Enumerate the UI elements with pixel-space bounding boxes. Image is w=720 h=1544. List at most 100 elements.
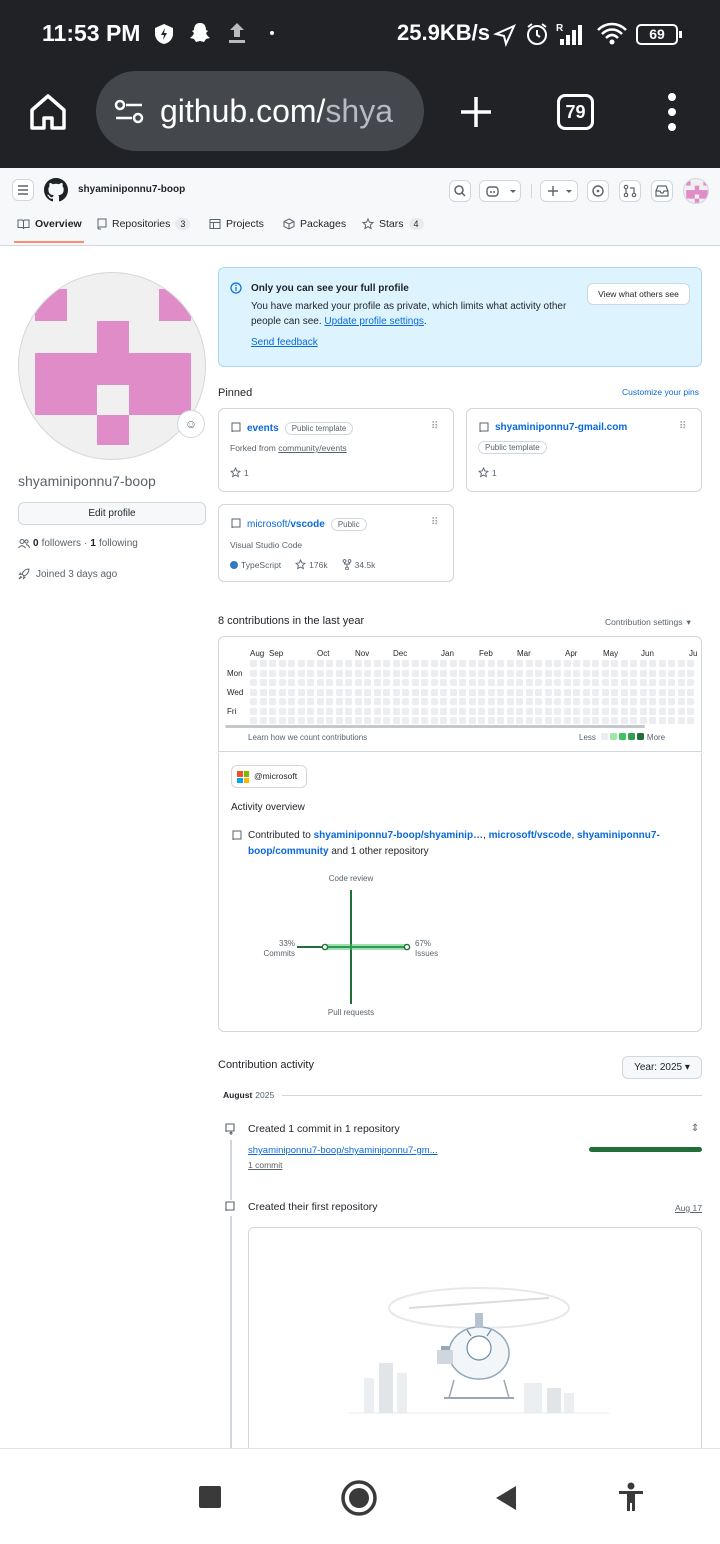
contribution-cell[interactable] <box>592 698 599 705</box>
contribution-cell[interactable] <box>335 679 343 686</box>
url-text[interactable]: github.com/shya <box>160 93 393 130</box>
contribution-cell[interactable] <box>392 707 400 715</box>
contribution-cell[interactable] <box>658 679 666 686</box>
contribution-cell[interactable] <box>430 707 438 715</box>
contribution-cell[interactable] <box>364 679 371 686</box>
header-avatar[interactable] <box>683 178 709 204</box>
contribution-cell[interactable] <box>563 688 571 696</box>
contribution-cell[interactable] <box>288 698 295 705</box>
contribution-cell[interactable] <box>373 679 381 686</box>
contribution-cell[interactable] <box>259 660 267 667</box>
contribution-cell[interactable] <box>478 707 485 715</box>
contribution-cell[interactable] <box>658 669 666 677</box>
contribution-cell[interactable] <box>535 717 542 724</box>
contribution-cell[interactable] <box>468 679 476 686</box>
contribution-cell[interactable] <box>269 679 276 686</box>
contribution-cell[interactable] <box>658 698 666 705</box>
contribution-cell[interactable] <box>392 660 400 667</box>
contribution-cell[interactable] <box>563 717 571 724</box>
contribution-cell[interactable] <box>326 660 333 667</box>
contribution-cell[interactable] <box>307 698 314 705</box>
contribution-cell[interactable] <box>297 660 305 667</box>
grabber-icon[interactable]: ⠿ <box>431 517 438 528</box>
contribution-cell[interactable] <box>611 669 618 677</box>
contribution-cell[interactable] <box>544 669 552 677</box>
contribution-cell[interactable] <box>278 707 286 715</box>
contribution-cell[interactable] <box>601 688 609 696</box>
contribution-cell[interactable] <box>430 698 438 705</box>
grabber-icon[interactable]: ⠿ <box>431 421 438 432</box>
contribution-cell[interactable] <box>345 679 352 686</box>
contribution-cell[interactable] <box>677 707 685 715</box>
contribution-cell[interactable] <box>307 660 314 667</box>
contribution-cell[interactable] <box>383 669 390 677</box>
contribution-cell[interactable] <box>392 679 400 686</box>
contribution-cell[interactable] <box>354 707 362 715</box>
contribution-cell[interactable] <box>687 717 694 724</box>
contribution-cell[interactable] <box>630 707 637 715</box>
contribution-cell[interactable] <box>326 717 333 724</box>
contribution-cell[interactable] <box>250 679 257 686</box>
contribution-cell[interactable] <box>554 717 561 724</box>
contribution-cell[interactable] <box>525 660 533 667</box>
contribution-cell[interactable] <box>468 660 476 667</box>
contribution-cell[interactable] <box>288 679 295 686</box>
contribution-cell[interactable] <box>525 669 533 677</box>
contribution-cell[interactable] <box>316 679 324 686</box>
contribution-cell[interactable] <box>639 679 647 686</box>
issues-button[interactable] <box>587 180 609 202</box>
home-icon[interactable] <box>28 92 68 132</box>
following-count[interactable]: 1 <box>90 538 96 549</box>
contribution-cell[interactable] <box>620 707 628 715</box>
pinned-stars[interactable]: 176k <box>295 559 328 570</box>
tab-projects[interactable]: Projects <box>209 218 264 230</box>
contribution-cell[interactable] <box>411 707 419 715</box>
contribution-cell[interactable] <box>516 707 523 715</box>
contribution-cell[interactable] <box>544 698 552 705</box>
contribution-cell[interactable] <box>497 688 504 696</box>
contribution-cell[interactable] <box>449 698 457 705</box>
contribution-cell[interactable] <box>516 717 523 724</box>
contribution-cell[interactable] <box>364 669 371 677</box>
unfold-icon[interactable]: ⇕ <box>691 1123 699 1134</box>
contribution-cell[interactable] <box>677 660 685 667</box>
contribution-cell[interactable] <box>506 698 514 705</box>
horizontal-scrollbar[interactable] <box>225 725 645 728</box>
contribution-cell[interactable] <box>487 698 495 705</box>
contribution-cell[interactable] <box>592 688 599 696</box>
contribution-cell[interactable] <box>497 717 504 724</box>
repo-link[interactable]: microsoft/vscode <box>489 830 572 841</box>
contribution-cell[interactable] <box>554 707 561 715</box>
contribution-cell[interactable] <box>639 707 647 715</box>
contribution-cell[interactable] <box>373 717 381 724</box>
contribution-cell[interactable] <box>649 707 656 715</box>
contribution-cell[interactable] <box>307 688 314 696</box>
contribution-cell[interactable] <box>449 688 457 696</box>
contribution-cell[interactable] <box>592 660 599 667</box>
contribution-cell[interactable] <box>468 707 476 715</box>
contribution-cell[interactable] <box>383 698 390 705</box>
contribution-cell[interactable] <box>677 688 685 696</box>
contribution-settings-button[interactable]: Contribution settings ▾ <box>605 617 691 628</box>
contribution-cell[interactable] <box>611 707 618 715</box>
contribution-cell[interactable] <box>316 669 324 677</box>
contribution-cell[interactable] <box>611 679 618 686</box>
contribution-cell[interactable] <box>259 688 267 696</box>
profile-avatar[interactable] <box>18 272 206 460</box>
contribution-cell[interactable] <box>421 688 428 696</box>
contribution-cell[interactable] <box>307 669 314 677</box>
contribution-cell[interactable] <box>278 717 286 724</box>
contribution-cell[interactable] <box>402 688 409 696</box>
contribution-cell[interactable] <box>497 679 504 686</box>
contribution-cell[interactable] <box>269 660 276 667</box>
contribution-cell[interactable] <box>582 660 590 667</box>
customize-pins-link[interactable]: Customize your pins <box>622 387 699 397</box>
home-button[interactable] <box>340 1479 378 1517</box>
contribution-cell[interactable] <box>601 698 609 705</box>
contribution-cell[interactable] <box>459 669 466 677</box>
contribution-cell[interactable] <box>250 707 257 715</box>
send-feedback-link[interactable]: Send feedback <box>251 337 318 348</box>
contribution-cell[interactable] <box>677 679 685 686</box>
tab-stars[interactable]: Stars 4 <box>362 218 424 230</box>
contribution-cell[interactable] <box>440 707 447 715</box>
